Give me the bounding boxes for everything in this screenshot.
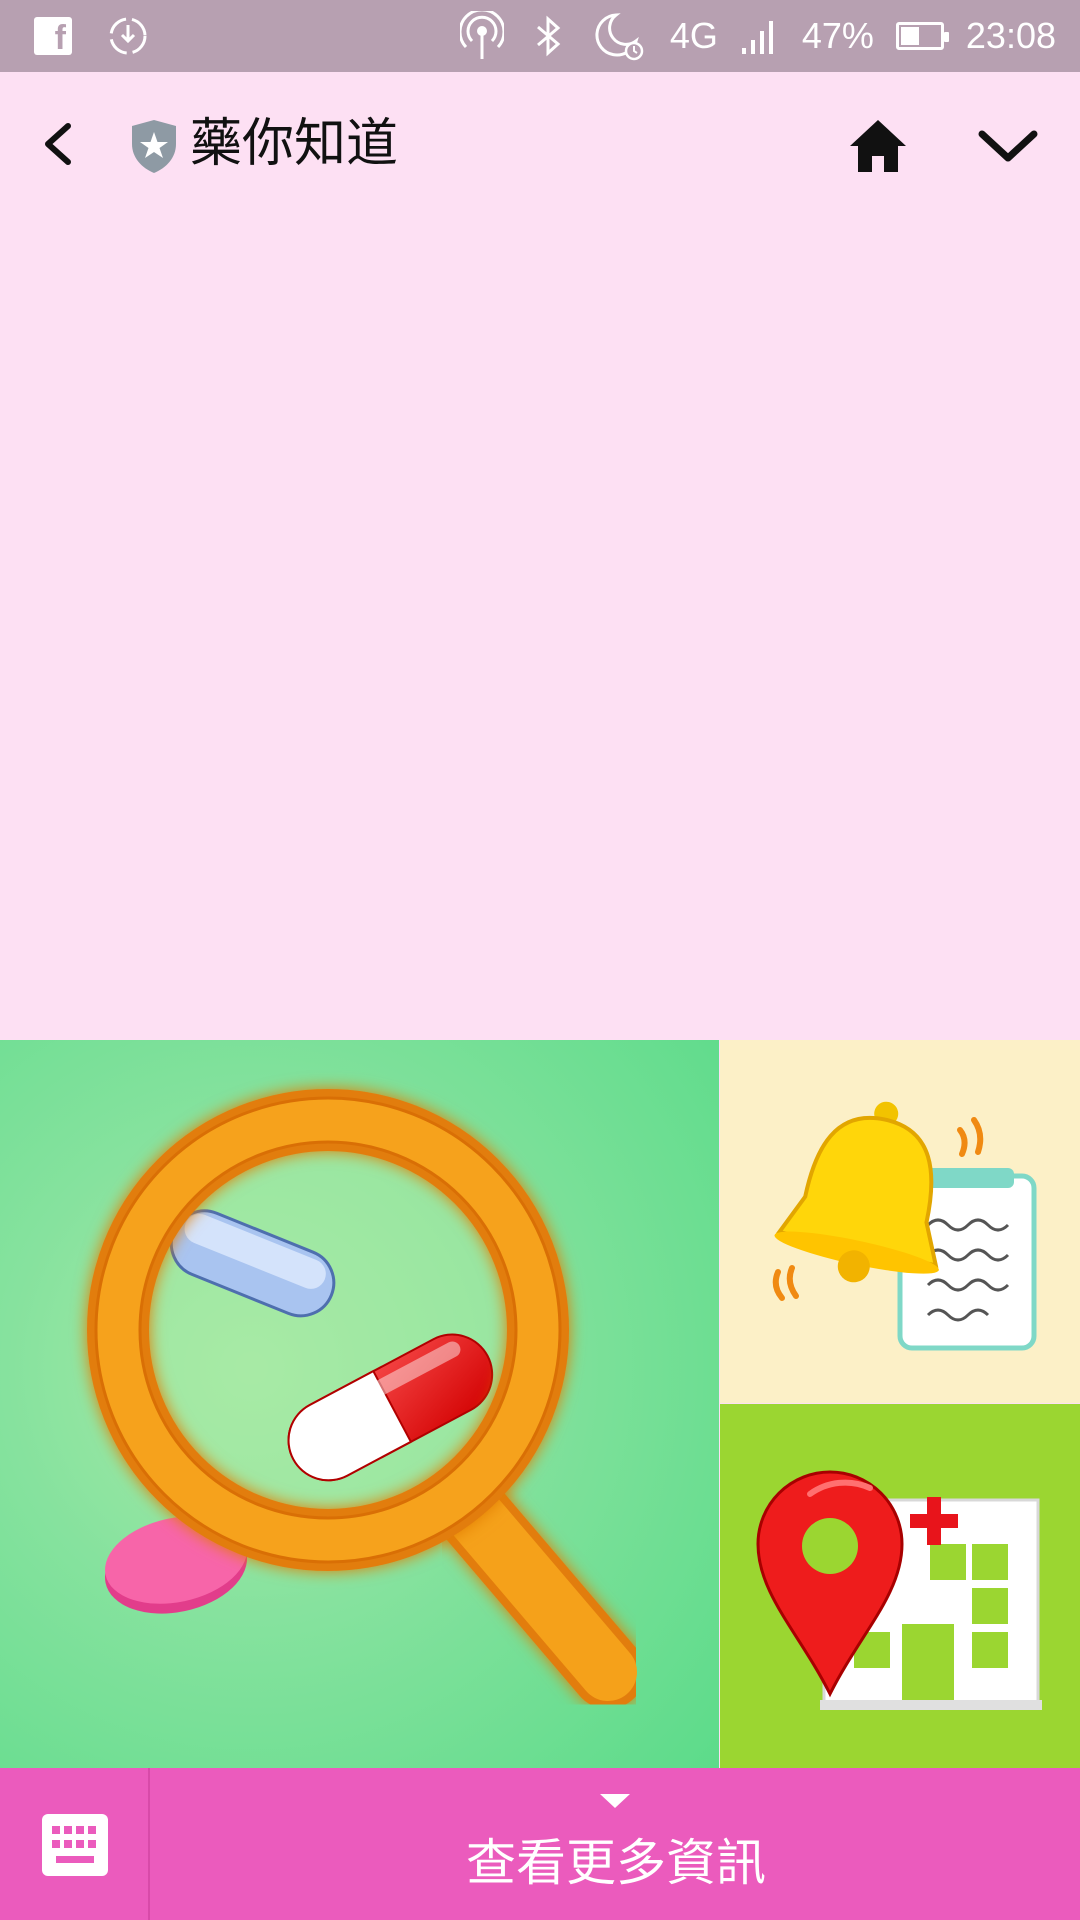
signal-icon xyxy=(741,21,773,54)
drug-search-tile[interactable] xyxy=(0,1040,719,1770)
keyboard-icon xyxy=(42,1814,108,1876)
network-type: 4G xyxy=(669,15,718,56)
hotspot-icon xyxy=(459,11,504,59)
hospital-locator-tile[interactable] xyxy=(720,1404,1080,1768)
reminder-tile[interactable] xyxy=(720,1040,1080,1403)
more-info-label: 查看更多資訊 xyxy=(466,1834,766,1892)
bottom-bar: 查看更多資訊 xyxy=(0,1768,1080,1920)
do-not-disturb-alarm-icon xyxy=(595,13,644,61)
more-info-button[interactable]: 查看更多資訊 xyxy=(152,1768,1080,1920)
chevron-down-icon[interactable] xyxy=(972,114,1044,178)
battery-icon xyxy=(895,22,949,50)
shield-star-icon xyxy=(132,120,176,173)
battery-percent: 47% xyxy=(801,15,874,56)
sync-icon xyxy=(109,17,147,55)
bluetooth-icon xyxy=(536,15,561,57)
keyboard-button[interactable] xyxy=(0,1768,150,1920)
status-bar: f 4G 47% 23:08 xyxy=(0,0,1080,72)
back-arrow-icon[interactable] xyxy=(28,112,92,176)
page-title: 藥你知道 xyxy=(190,114,399,174)
bell-clipboard-icon xyxy=(772,1101,1037,1351)
map-pin-hospital-icon xyxy=(756,1470,1042,1710)
app-header: 藥你知道 xyxy=(0,72,1080,216)
network-indicator: 4G xyxy=(670,15,718,57)
magnifier-pills-icon xyxy=(87,1089,645,1709)
facebook-icon: f xyxy=(34,17,72,55)
home-icon[interactable] xyxy=(846,114,910,178)
clock: 23:08 xyxy=(965,15,1056,56)
triangle-down-icon xyxy=(600,1794,630,1808)
